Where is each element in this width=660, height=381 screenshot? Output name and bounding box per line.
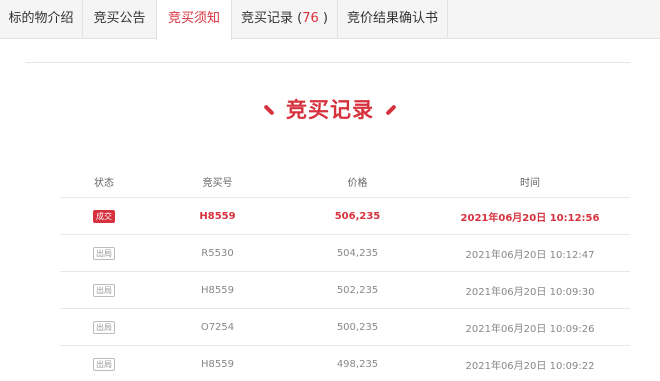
tab-label: 竞买须知 [167,11,220,26]
decoration-mark-icon [385,103,397,116]
tab-result-confirmation[interactable]: 竞价结果确认书 [338,0,448,39]
status-badge: 出局 [93,357,115,371]
tab-label: 竞价结果确认书 [346,11,438,26]
tab-bid-records[interactable]: 竞买记录 (76 ) [232,0,338,39]
table-header-row: 状态 竞买号 价格 时间 [60,165,630,198]
table-row: 成交 H8559 506,235 2021年06月20日 10:12:56 [60,198,630,235]
status-badge: 出局 [93,246,115,260]
bid-records-table: 状态 竞买号 价格 时间 成交 H8559 506,235 2021年06月20… [60,165,630,381]
bidder-cell: H8559 [199,210,236,222]
time-cell: 2021年06月20日 10:12:56 [460,212,600,224]
bidder-cell: O7254 [200,321,235,333]
status-cell: 出局 [60,272,148,308]
tab-bar: 标的物介绍 竞买公告 竞买须知 竞买记录 (76 ) 竞价结果确认书 [0,0,660,40]
tab-label-suffix: ) [318,11,328,26]
status-cell: 成交 [60,198,148,234]
tab-count: 76 [302,11,319,26]
price-cell: 500,235 [336,321,379,333]
time-cell: 2021年06月20日 10:09:26 [465,323,595,335]
header-bidder: 竞买号 [202,177,233,189]
time-cell: 2021年06月20日 10:09:30 [465,286,595,298]
section-heading: 竞买记录 [0,90,660,130]
tab-item-intro[interactable]: 标的物介绍 [0,0,83,39]
header-status: 状态 [94,177,114,189]
status-cell: 出局 [60,309,148,345]
bidder-cell: R5530 [201,247,234,259]
price-cell: 502,235 [336,284,379,296]
status-badge: 出局 [93,283,115,297]
tab-bidding-notice[interactable]: 竞买须知 [156,0,232,40]
price-cell: 498,235 [336,358,379,370]
tab-label: 竞买记录 ( [241,11,303,26]
decoration-mark-icon [263,103,275,116]
tab-announcement[interactable]: 竞买公告 [83,0,157,39]
price-cell: 504,235 [336,247,379,259]
status-cell: 出局 [60,235,148,271]
time-cell: 2021年06月20日 10:09:22 [465,360,595,372]
status-badge: 出局 [93,320,115,334]
status-badge: 成交 [93,209,115,223]
table-row: 出局 R5530 504,235 2021年06月20日 10:12:47 [60,235,630,272]
bidder-cell: H8559 [201,358,234,370]
bidder-cell: H8559 [201,284,234,296]
status-cell: 出局 [60,346,148,381]
divider [26,62,630,63]
header-time: 时间 [520,177,540,189]
table-row: 出局 H8559 502,235 2021年06月20日 10:09:30 [60,272,630,309]
table-row: 出局 O7254 500,235 2021年06月20日 10:09:26 [60,309,630,346]
table-row: 出局 H8559 498,235 2021年06月20日 10:09:22 [60,346,630,381]
header-price: 价格 [347,177,368,189]
section-title: 竞买记录 [286,98,374,122]
time-cell: 2021年06月20日 10:12:47 [465,249,595,261]
tab-label: 竞买公告 [93,11,146,26]
price-cell: 506,235 [334,210,381,222]
tab-label: 标的物介绍 [8,11,74,26]
